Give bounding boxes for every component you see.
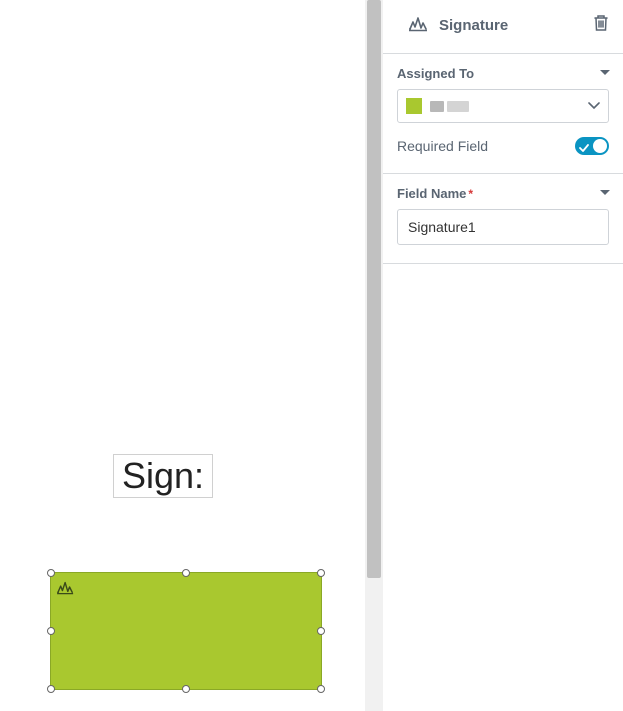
resize-handle-top-right[interactable] xyxy=(317,569,325,577)
resize-handle-bottom-left[interactable] xyxy=(47,685,55,693)
checkmark-icon xyxy=(579,140,589,158)
assignee-color-swatch xyxy=(406,98,422,114)
required-asterisk: * xyxy=(468,187,473,201)
panel-header: Signature xyxy=(383,0,623,53)
resize-handle-bottom-right[interactable] xyxy=(317,685,325,693)
canvas-scrollbar-thumb[interactable] xyxy=(367,0,381,578)
field-name-label: Field Name* xyxy=(397,186,609,201)
resize-handle-middle-left[interactable] xyxy=(47,627,55,635)
sign-text-label[interactable]: Sign: xyxy=(113,454,213,498)
trash-icon xyxy=(593,14,609,32)
resize-handle-top-middle[interactable] xyxy=(182,569,190,577)
required-field-row: Required Field xyxy=(397,137,609,155)
chevron-down-icon xyxy=(599,69,611,77)
required-field-toggle[interactable] xyxy=(575,137,609,155)
signature-field[interactable] xyxy=(50,572,322,690)
resize-handle-top-left[interactable] xyxy=(47,569,55,577)
assigned-to-section: Assigned To Required Field xyxy=(383,54,623,173)
toggle-knob xyxy=(593,139,607,153)
panel-title: Signature xyxy=(439,17,591,34)
delete-button[interactable] xyxy=(591,12,611,39)
chevron-down-icon xyxy=(588,97,600,115)
field-name-section: Field Name* xyxy=(383,174,623,263)
section-collapse-toggle[interactable] xyxy=(599,64,611,82)
assigned-to-label: Assigned To xyxy=(397,66,609,81)
resize-handle-middle-right[interactable] xyxy=(317,627,325,635)
signature-icon xyxy=(409,14,429,37)
required-field-label: Required Field xyxy=(397,138,488,154)
properties-panel: Signature Assigned To Required Field xyxy=(383,0,623,711)
assignee-name xyxy=(430,101,582,112)
chevron-down-icon xyxy=(599,189,611,197)
canvas-scrollbar[interactable] xyxy=(365,0,383,711)
divider xyxy=(383,263,623,264)
signature-icon xyxy=(57,579,75,600)
document-canvas[interactable]: Sign: xyxy=(0,0,365,711)
field-name-input[interactable] xyxy=(397,209,609,245)
resize-handle-bottom-middle[interactable] xyxy=(182,685,190,693)
section-collapse-toggle[interactable] xyxy=(599,184,611,202)
assigned-to-dropdown[interactable] xyxy=(397,89,609,123)
